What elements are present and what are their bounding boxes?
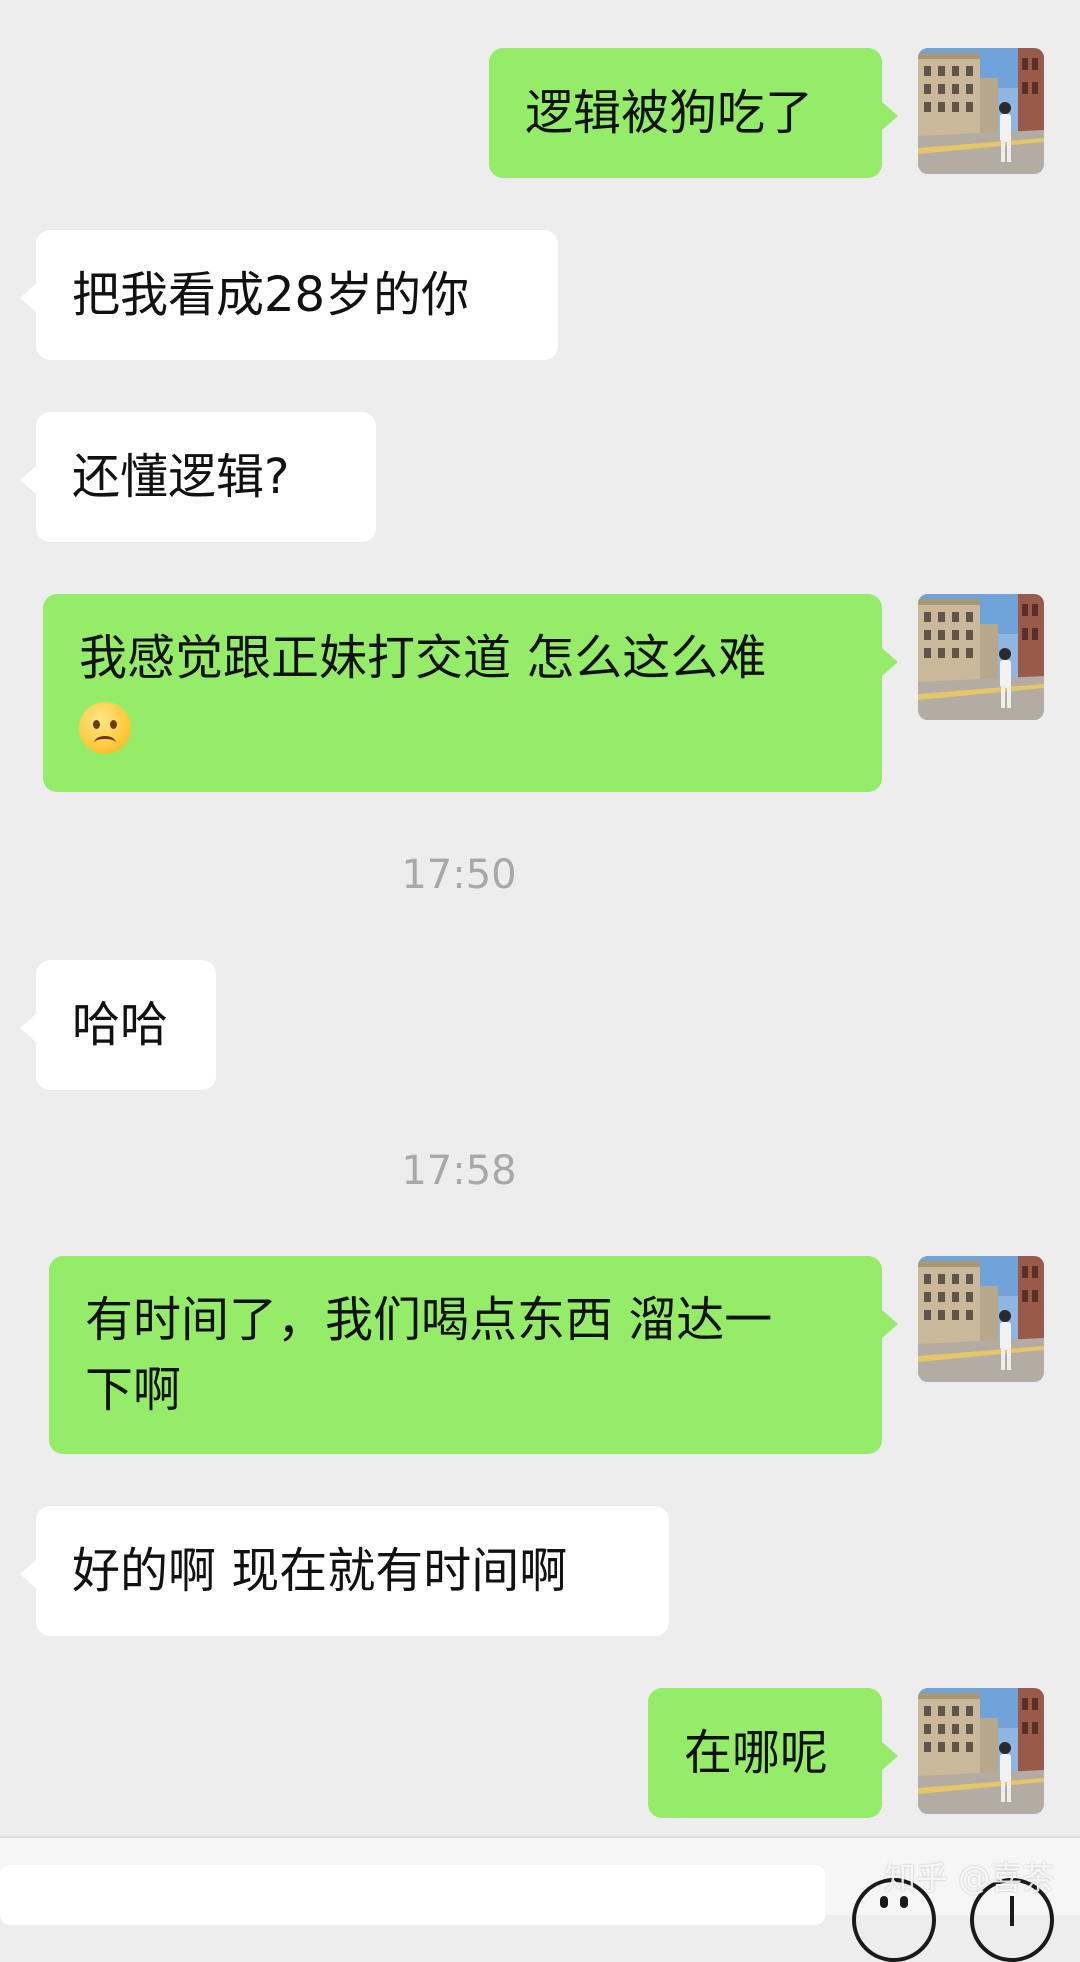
- message-bubble-incoming[interactable]: 好的啊 现在就有时间啊: [20, 1506, 669, 1636]
- watermark: 知乎 @喜茶: [884, 1859, 1055, 1897]
- message-text-line2: [79, 693, 846, 763]
- user-avatar[interactable]: [918, 594, 1044, 720]
- timestamp: 17:50: [401, 852, 517, 898]
- message-bubble-outgoing[interactable]: 逻辑被狗吃了: [489, 48, 898, 178]
- message-bubble-outgoing[interactable]: 在哪呢: [648, 1688, 898, 1818]
- message-text: 好的啊 现在就有时间啊: [72, 1543, 568, 1599]
- message-input[interactable]: [0, 1865, 825, 1925]
- message-bubble-incoming[interactable]: 还懂逻辑?: [20, 412, 376, 542]
- message-text: 还懂逻辑?: [72, 449, 290, 505]
- message-text: 哈哈: [72, 997, 169, 1053]
- user-avatar[interactable]: [918, 1256, 1044, 1382]
- user-avatar[interactable]: [918, 48, 1044, 174]
- message-bubble-incoming[interactable]: 把我看成28岁的你: [20, 230, 558, 360]
- message-bubble-incoming[interactable]: 哈哈: [20, 960, 216, 1090]
- frowning-face-icon: [79, 702, 131, 754]
- message-text: 把我看成28岁的你: [72, 267, 470, 323]
- message-text: 有时间了，我们喝点东西 溜达一: [85, 1292, 773, 1348]
- user-avatar[interactable]: [918, 1688, 1044, 1814]
- message-text: 我感觉跟正妹打交道 怎么这么难: [79, 630, 767, 686]
- message-text: 逻辑被狗吃了: [525, 85, 814, 141]
- timestamp: 17:58: [401, 1148, 517, 1194]
- message-bubble-outgoing[interactable]: 我感觉跟正妹打交道 怎么这么难: [43, 594, 898, 792]
- message-text: 在哪呢: [684, 1725, 829, 1781]
- message-text-line2: 下啊: [85, 1362, 182, 1418]
- message-bubble-outgoing[interactable]: 有时间了，我们喝点东西 溜达一 下啊: [49, 1256, 898, 1454]
